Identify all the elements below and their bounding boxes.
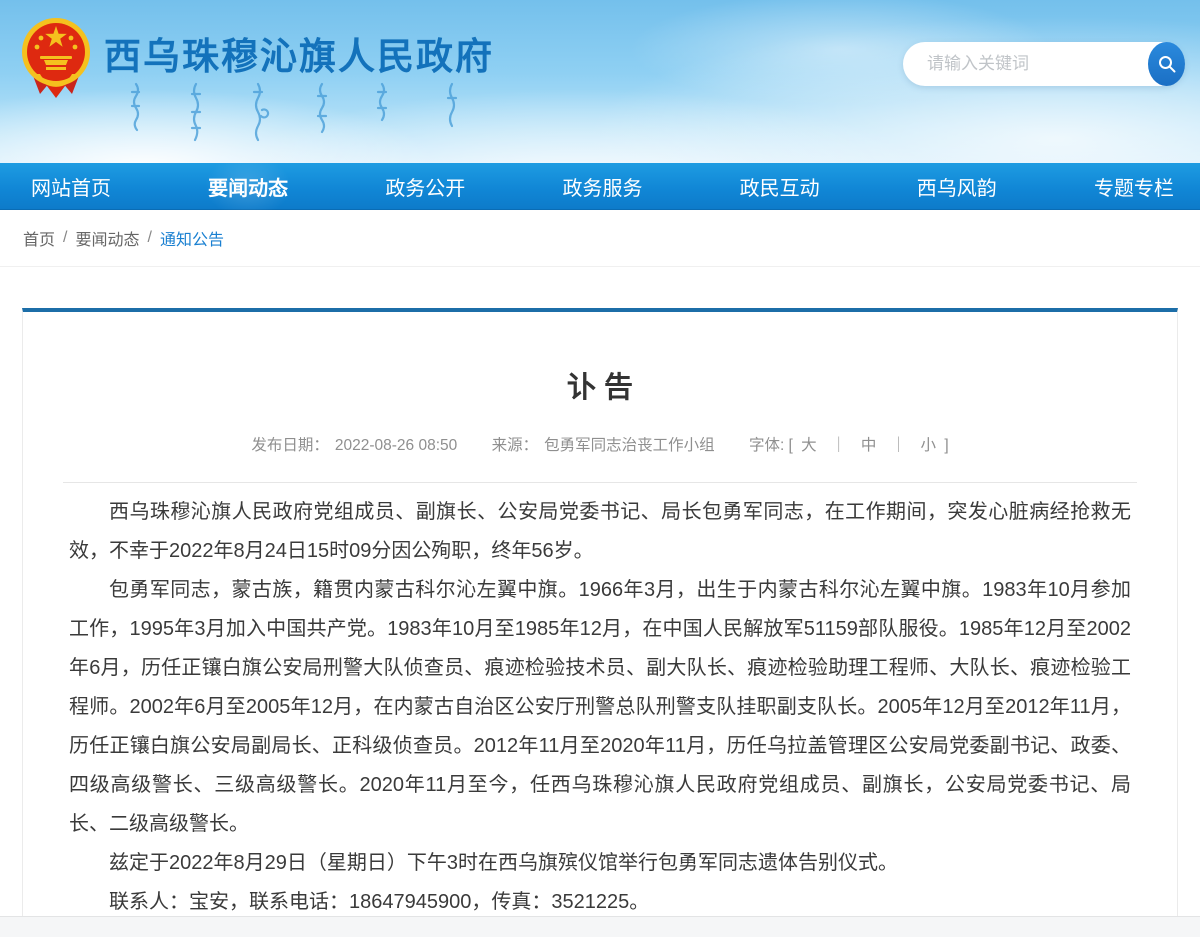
font-size-small-button[interactable]: 小 [920, 437, 936, 454]
font-size-label: 字体: [ [749, 437, 793, 454]
font-size-bracket-close: ] [944, 437, 948, 454]
article-body: 西乌珠穆沁旗人民政府党组成员、副旗长、公安局党委书记、局长包勇军同志，在工作期间… [63, 493, 1137, 922]
nav-item-gov-services[interactable]: 政务服务 [556, 164, 648, 209]
source-label: 来源： [492, 437, 539, 454]
article-title: 讣 告 [63, 364, 1137, 406]
nav-item-news[interactable]: 要闻动态 [202, 164, 294, 209]
search-button[interactable] [1148, 42, 1185, 86]
breadcrumb-separator: / [147, 229, 151, 247]
publish-date-label: 发布日期： [251, 437, 329, 454]
font-size-separator: ｜ [891, 437, 907, 454]
site-logo-link[interactable] [20, 16, 92, 100]
breadcrumb-home[interactable]: 首页 [23, 226, 55, 250]
search-icon [1157, 54, 1177, 74]
nav-item-interaction[interactable]: 政民互动 [734, 164, 826, 209]
national-emblem-icon [20, 16, 92, 100]
nav-item-gov-info[interactable]: 政务公开 [379, 164, 471, 209]
breadcrumb-news[interactable]: 要闻动态 [75, 226, 139, 250]
meta-divider [63, 482, 1137, 483]
nav-item-xiwu-style[interactable]: 西乌风韵 [911, 164, 1003, 209]
site-header: 西乌珠穆沁旗人民政府 [0, 0, 1200, 163]
breadcrumb: 首页 / 要闻动态 / 通知公告 [0, 210, 1200, 267]
nav-item-special-topics[interactable]: 专题专栏 [1088, 164, 1180, 209]
breadcrumb-separator: / [63, 229, 67, 247]
site-title-mongolian-script [130, 82, 490, 144]
font-size-separator: ｜ [831, 437, 847, 454]
font-size-large-button[interactable]: 大 [801, 437, 817, 454]
source-value: 包勇军同志治丧工作小组 [544, 437, 715, 454]
article-paragraph: 西乌珠穆沁旗人民政府党组成员、副旗长、公安局党委书记、局长包勇军同志，在工作期间… [69, 493, 1131, 571]
site-title: 西乌珠穆沁旗人民政府 [104, 26, 494, 80]
search-input[interactable] [903, 44, 1148, 84]
nav-item-home[interactable]: 网站首页 [25, 164, 117, 209]
article-paragraph: 兹定于2022年8月29日（星期日）下午3时在西乌旗殡仪馆举行包勇军同志遗体告别… [69, 844, 1131, 883]
search-bar [903, 42, 1185, 86]
breadcrumb-notices[interactable]: 通知公告 [160, 226, 224, 250]
main-nav: 网站首页 要闻动态 政务公开 政务服务 政民互动 西乌风韵 专题专栏 [0, 163, 1200, 210]
article-meta: 发布日期： 2022-08-26 08:50 来源： 包勇军同志治丧工作小组 字体:… [63, 433, 1137, 455]
article-card: 讣 告 发布日期： 2022-08-26 08:50 来源： 包勇军同志治丧工作小组… [22, 308, 1178, 937]
article-paragraph: 包勇军同志，蒙古族，籍贯内蒙古科尔沁左翼中旗。1966年3月，出生于内蒙古科尔沁… [69, 571, 1131, 844]
font-size-medium-button[interactable]: 中 [861, 437, 877, 454]
footer-strip [0, 916, 1200, 937]
publish-date-value: 2022-08-26 08:50 [335, 437, 457, 454]
